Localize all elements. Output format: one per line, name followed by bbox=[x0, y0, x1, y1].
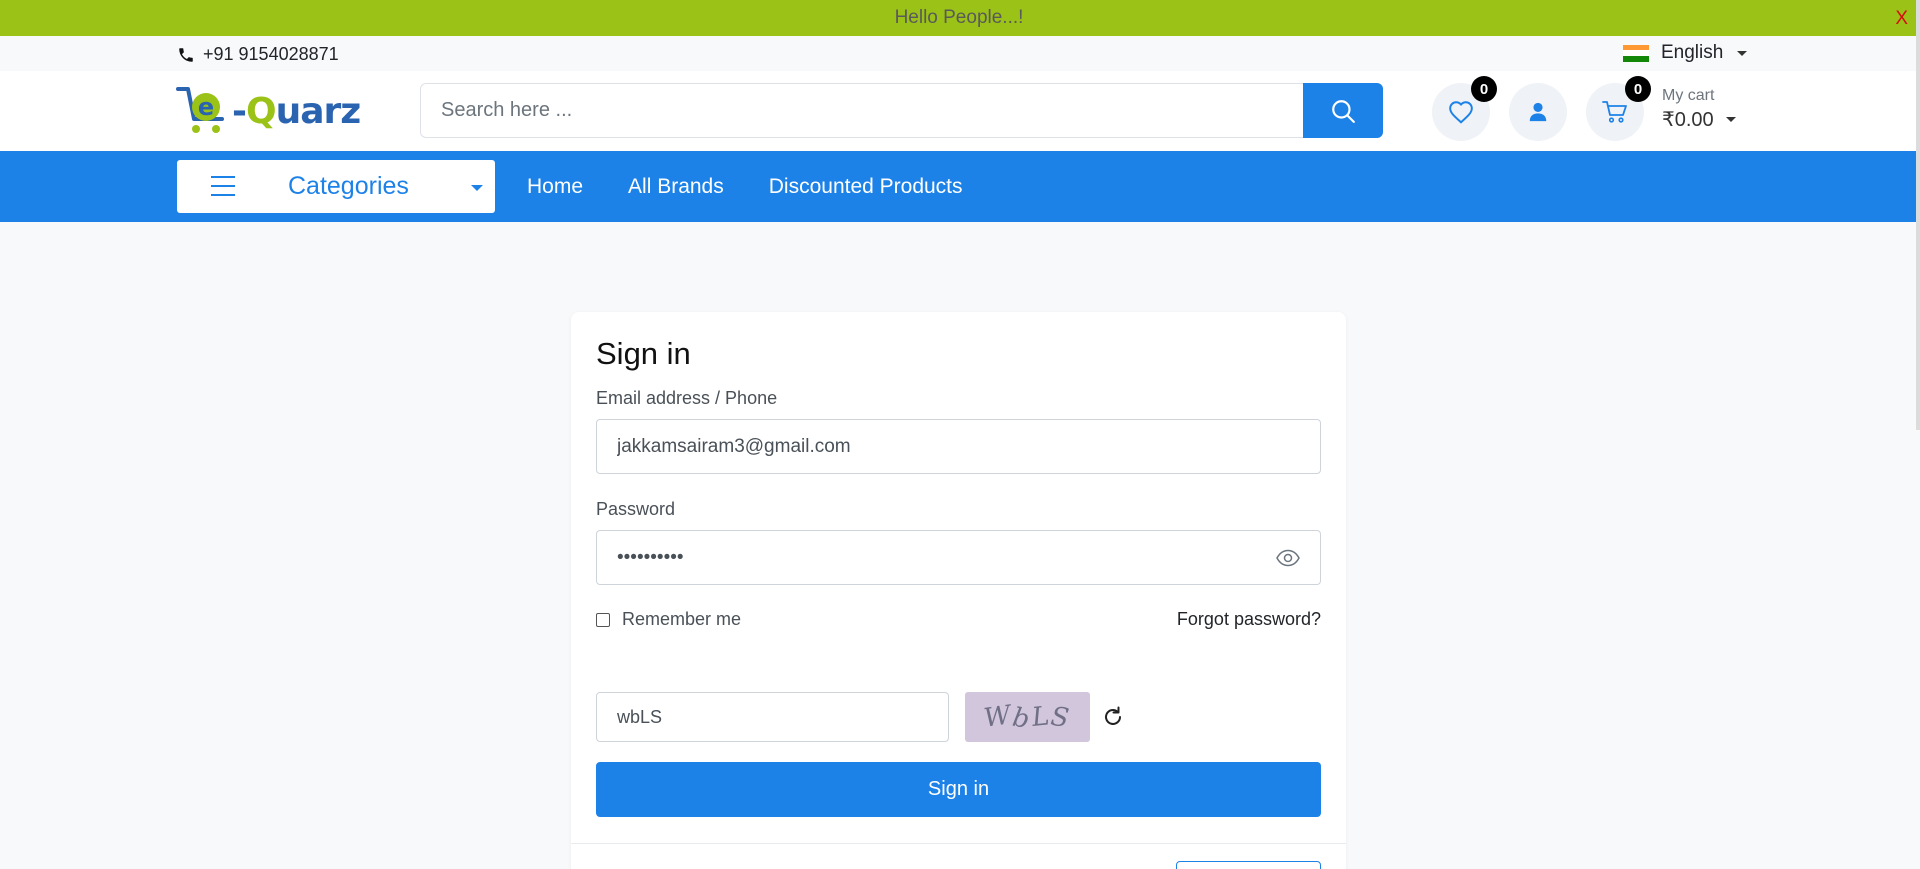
remember-me: Remember me bbox=[596, 609, 741, 630]
heart-icon bbox=[1449, 101, 1473, 124]
captcha-char: S bbox=[1048, 701, 1073, 735]
account-button[interactable] bbox=[1509, 83, 1567, 141]
categories-label: Categories bbox=[288, 172, 409, 200]
announcement-message: Hello People...! bbox=[894, 7, 1024, 28]
show-password-eye-icon[interactable] bbox=[1276, 547, 1300, 569]
caret-down-icon bbox=[1737, 50, 1748, 56]
password-label: Password bbox=[596, 499, 676, 519]
wishlist-button[interactable]: 0 bbox=[1432, 76, 1497, 141]
main-navbar: Categories Home All Brands Discounted Pr… bbox=[0, 151, 1920, 222]
site-header: e -Quarz 0 0 My cart ₹0.00 bbox=[0, 71, 1920, 151]
shopping-cart-icon bbox=[1602, 101, 1627, 123]
cart-count-badge: 0 bbox=[1625, 76, 1651, 102]
site-logo[interactable]: e -Quarz bbox=[176, 83, 362, 139]
nav-link-discounted-products[interactable]: Discounted Products bbox=[769, 175, 963, 199]
password-field[interactable] bbox=[597, 531, 1320, 584]
wishlist-count-badge: 0 bbox=[1471, 76, 1497, 102]
nav-link-home[interactable]: Home bbox=[527, 175, 583, 199]
language-selector[interactable]: English bbox=[1623, 42, 1748, 64]
captcha-input[interactable] bbox=[597, 693, 948, 741]
logo-dash: - bbox=[232, 90, 247, 132]
hamburger-menu-icon bbox=[211, 176, 235, 196]
announcement-close-button[interactable]: X bbox=[1895, 8, 1908, 30]
email-label: Email address / Phone bbox=[596, 388, 778, 408]
card-divider bbox=[571, 843, 1346, 844]
cart-logo-icon: e bbox=[176, 87, 224, 133]
captcha-image: W b L S bbox=[965, 692, 1090, 742]
language-label: English bbox=[1661, 42, 1724, 63]
email-field[interactable] bbox=[597, 420, 1320, 473]
search-input[interactable] bbox=[421, 84, 1303, 137]
secondary-action-button[interactable] bbox=[1176, 861, 1321, 869]
nav-links: Home All Brands Discounted Products bbox=[527, 151, 963, 222]
search-bar bbox=[420, 83, 1383, 138]
signin-card: Sign in Email address / Phone Password R… bbox=[571, 312, 1346, 869]
remember-me-label: Remember me bbox=[622, 609, 742, 629]
nav-link-all-brands[interactable]: All Brands bbox=[628, 175, 724, 199]
email-field-wrapper bbox=[596, 419, 1321, 474]
logo-rest: uarz bbox=[275, 90, 362, 132]
caret-down-icon bbox=[1725, 117, 1736, 122]
cart-button[interactable]: 0 bbox=[1586, 76, 1651, 141]
cart-total-dropdown[interactable]: ₹0.00 bbox=[1662, 107, 1736, 132]
logo-e: e bbox=[198, 93, 214, 121]
page-scrollbar[interactable] bbox=[1916, 0, 1920, 430]
cart-total: ₹0.00 bbox=[1662, 109, 1714, 131]
password-field-wrapper bbox=[596, 530, 1321, 585]
phone-number: +91 9154028871 bbox=[203, 44, 339, 64]
signin-button[interactable]: Sign in bbox=[596, 762, 1321, 817]
user-icon bbox=[1529, 102, 1547, 122]
remember-me-checkbox[interactable] bbox=[596, 612, 610, 627]
captcha-input-wrapper bbox=[596, 692, 949, 742]
india-flag-icon bbox=[1623, 44, 1649, 62]
search-button[interactable] bbox=[1303, 83, 1383, 138]
announcement-bar: Hello People...! X bbox=[0, 0, 1920, 36]
refresh-captcha-icon[interactable] bbox=[1101, 705, 1125, 729]
categories-dropdown[interactable]: Categories bbox=[177, 160, 495, 213]
search-icon bbox=[1332, 99, 1355, 123]
logo-wordmark: -Quarz bbox=[232, 90, 362, 132]
top-bar: +91 9154028871 English bbox=[0, 36, 1920, 71]
phone-contact[interactable]: +91 9154028871 bbox=[177, 44, 339, 65]
signin-title: Sign in bbox=[596, 336, 691, 371]
cart-summary[interactable]: My cart ₹0.00 bbox=[1662, 87, 1736, 132]
logo-q: Q bbox=[245, 90, 277, 132]
caret-down-icon bbox=[471, 185, 483, 191]
phone-icon bbox=[179, 47, 193, 62]
forgot-password-link[interactable]: Forgot password? bbox=[1177, 609, 1321, 630]
cart-label: My cart bbox=[1662, 87, 1715, 104]
